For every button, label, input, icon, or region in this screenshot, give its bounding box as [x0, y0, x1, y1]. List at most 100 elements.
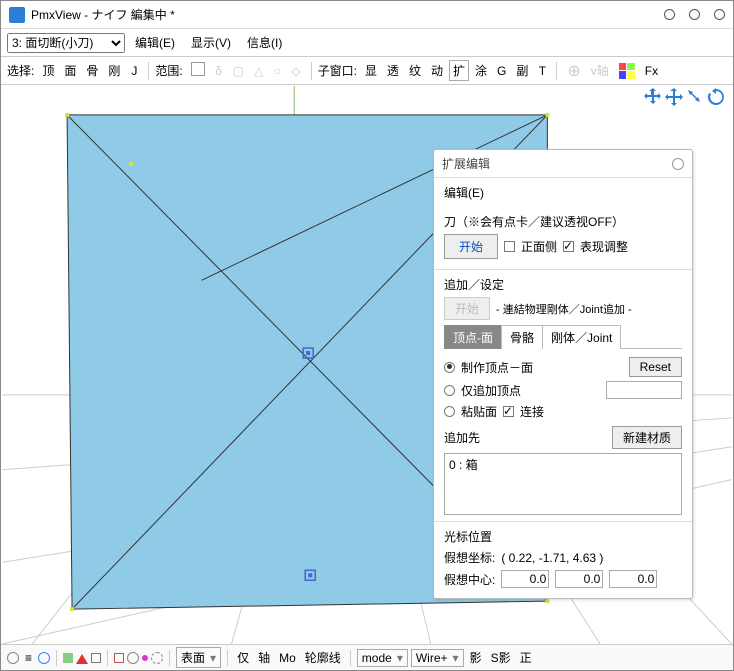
sel-bone[interactable]: 骨: [82, 60, 102, 81]
vaxis-button[interactable]: v轴: [587, 60, 613, 81]
opt-make-radio[interactable]: [444, 362, 455, 373]
cursor-label: 光标位置: [444, 528, 682, 545]
opt-only-radio[interactable]: [444, 385, 455, 396]
mode-select[interactable]: 3: 面切断(小刀): [7, 33, 125, 53]
sb-shadow[interactable]: 影: [467, 648, 485, 667]
panel-titlebar[interactable]: 扩展编辑: [434, 150, 692, 178]
panel-title: 扩展编辑: [442, 155, 490, 172]
sb-axis[interactable]: 轴: [255, 648, 273, 667]
panel-menu-edit[interactable]: 编辑(E): [444, 186, 484, 200]
subwin-label: 子窗口:: [318, 62, 357, 79]
window-title: PmxView - ナイフ 編集中 *: [31, 6, 175, 23]
connect-checkbox[interactable]: [503, 406, 514, 417]
subwin-2[interactable]: 纹: [405, 60, 425, 81]
sel-vertex[interactable]: 顶: [38, 60, 58, 81]
dual-arrow-gizmo-icon[interactable]: [685, 87, 705, 107]
tab-bone[interactable]: 骨骼: [501, 325, 543, 349]
move-gizmo-icon[interactable]: [643, 87, 663, 107]
menu-view[interactable]: 显示(V): [185, 32, 237, 53]
sb-ortho[interactable]: 正: [517, 648, 535, 667]
subwin-4[interactable]: 扩: [449, 60, 469, 81]
reset-button[interactable]: Reset: [629, 357, 682, 377]
adjust-label: 表现调整: [580, 238, 628, 255]
panel-close-icon[interactable]: [672, 158, 684, 170]
sel-face[interactable]: 面: [60, 60, 80, 81]
sb-red-triangle-icon[interactable]: [76, 648, 88, 664]
sb-ring3-icon[interactable]: [151, 652, 163, 664]
subwin-1[interactable]: 透: [383, 60, 403, 81]
center-x-input[interactable]: [501, 570, 549, 588]
knife-section-label: 刀（※会有点卡／建议透视OFF）: [444, 213, 682, 230]
close-button[interactable]: [714, 9, 725, 20]
rotate-gizmo-icon[interactable]: [706, 87, 726, 107]
subwin-7[interactable]: 副: [512, 60, 532, 81]
subwin-5[interactable]: 涂: [471, 60, 491, 81]
subwin-6[interactable]: G: [493, 62, 510, 80]
toolbar: 选择: 顶 面 骨 刚 J 范围: δ ▢ △ ○ ◇ 子窗口: 显 透 纹 动…: [1, 57, 733, 85]
opt-only-label: 仅追加顶点: [461, 382, 521, 399]
sb-outline[interactable]: 轮廓线: [302, 648, 344, 667]
range-delta-icon[interactable]: δ: [211, 62, 227, 80]
coord-value: ( 0.22, -1.71, 4.63 ): [501, 551, 603, 565]
sb-outline-square-icon[interactable]: [91, 653, 101, 663]
sb-brown-square-icon[interactable]: [114, 653, 124, 663]
only-add-dropdown[interactable]: [606, 381, 682, 399]
fx-button[interactable]: Fx: [641, 62, 662, 80]
dest-label: 追加先: [444, 429, 480, 446]
globe-icon[interactable]: ⊕: [563, 59, 584, 83]
front-side-checkbox[interactable]: [504, 241, 515, 252]
sb-mo[interactable]: Mo: [276, 650, 299, 666]
statusbar: ≡ 表面 仅 轴 Mo 轮廓线 mode Wire+ 影 S影 正: [1, 644, 733, 670]
dest-item-0[interactable]: 0 : 箱: [449, 456, 677, 473]
new-material-button[interactable]: 新建材质: [612, 426, 682, 449]
sb-dot-icon[interactable]: [142, 655, 148, 661]
menu-edit[interactable]: 编辑(E): [129, 32, 181, 53]
range-rect-icon[interactable]: ▢: [229, 62, 248, 80]
knife-start-button[interactable]: 开始: [444, 234, 498, 259]
sel-rigid[interactable]: 刚: [104, 60, 124, 81]
sb-only[interactable]: 仅: [234, 648, 252, 667]
tab-vertex-face[interactable]: 顶点-面: [444, 325, 502, 349]
add-section-label: 追加／设定: [444, 276, 682, 293]
range-circle-icon[interactable]: ○: [269, 62, 285, 80]
sel-joint[interactable]: J: [126, 62, 142, 80]
range-label: 范围:: [155, 62, 182, 79]
range-diamond-icon[interactable]: ◇: [287, 62, 304, 80]
add-start-button[interactable]: 开始: [444, 297, 490, 320]
mode-dropdown[interactable]: mode: [357, 649, 408, 667]
sb-blue-circle-icon[interactable]: [38, 652, 50, 664]
sb-bars-icon[interactable]: ≡: [22, 650, 35, 666]
connect-label: 连接: [520, 403, 544, 420]
sb-ring2-icon[interactable]: [127, 652, 139, 664]
move-alt-gizmo-icon[interactable]: [664, 87, 684, 107]
app-icon: [9, 7, 25, 23]
color-grid-icon[interactable]: [615, 61, 639, 81]
center-label: 假想中心:: [444, 571, 495, 588]
center-y-input[interactable]: [555, 570, 603, 588]
sb-sshadow[interactable]: S影: [488, 648, 514, 667]
dest-listbox[interactable]: 0 : 箱: [444, 453, 682, 515]
add-tabs: 顶点-面 骨骼 刚体／Joint: [444, 324, 682, 349]
subwin-8[interactable]: T: [534, 62, 550, 80]
opt-paste-label: 粘贴面: [461, 403, 497, 420]
range-tri-icon[interactable]: △: [250, 62, 267, 80]
surface-dropdown[interactable]: 表面: [176, 647, 221, 668]
titlebar: PmxView - ナイフ 編集中 *: [1, 1, 733, 29]
transform-gizmo-icons: [643, 87, 726, 107]
maximize-button[interactable]: [689, 9, 700, 20]
center-z-input[interactable]: [609, 570, 657, 588]
front-side-label: 正面侧: [521, 238, 557, 255]
opt-paste-radio[interactable]: [444, 406, 455, 417]
select-label: 选择:: [7, 62, 34, 79]
window-controls: [664, 9, 725, 20]
subwin-0[interactable]: 显: [361, 60, 381, 81]
wire-dropdown[interactable]: Wire+: [411, 649, 464, 667]
subwin-3[interactable]: 动: [427, 60, 447, 81]
sb-green-square-icon[interactable]: [63, 653, 73, 663]
range-square-icon[interactable]: [187, 60, 209, 81]
minimize-button[interactable]: [664, 9, 675, 20]
adjust-checkbox[interactable]: [563, 241, 574, 252]
sb-ring-icon[interactable]: [7, 652, 19, 664]
menu-info[interactable]: 信息(I): [241, 32, 288, 53]
tab-rigid-joint[interactable]: 刚体／Joint: [542, 325, 621, 349]
